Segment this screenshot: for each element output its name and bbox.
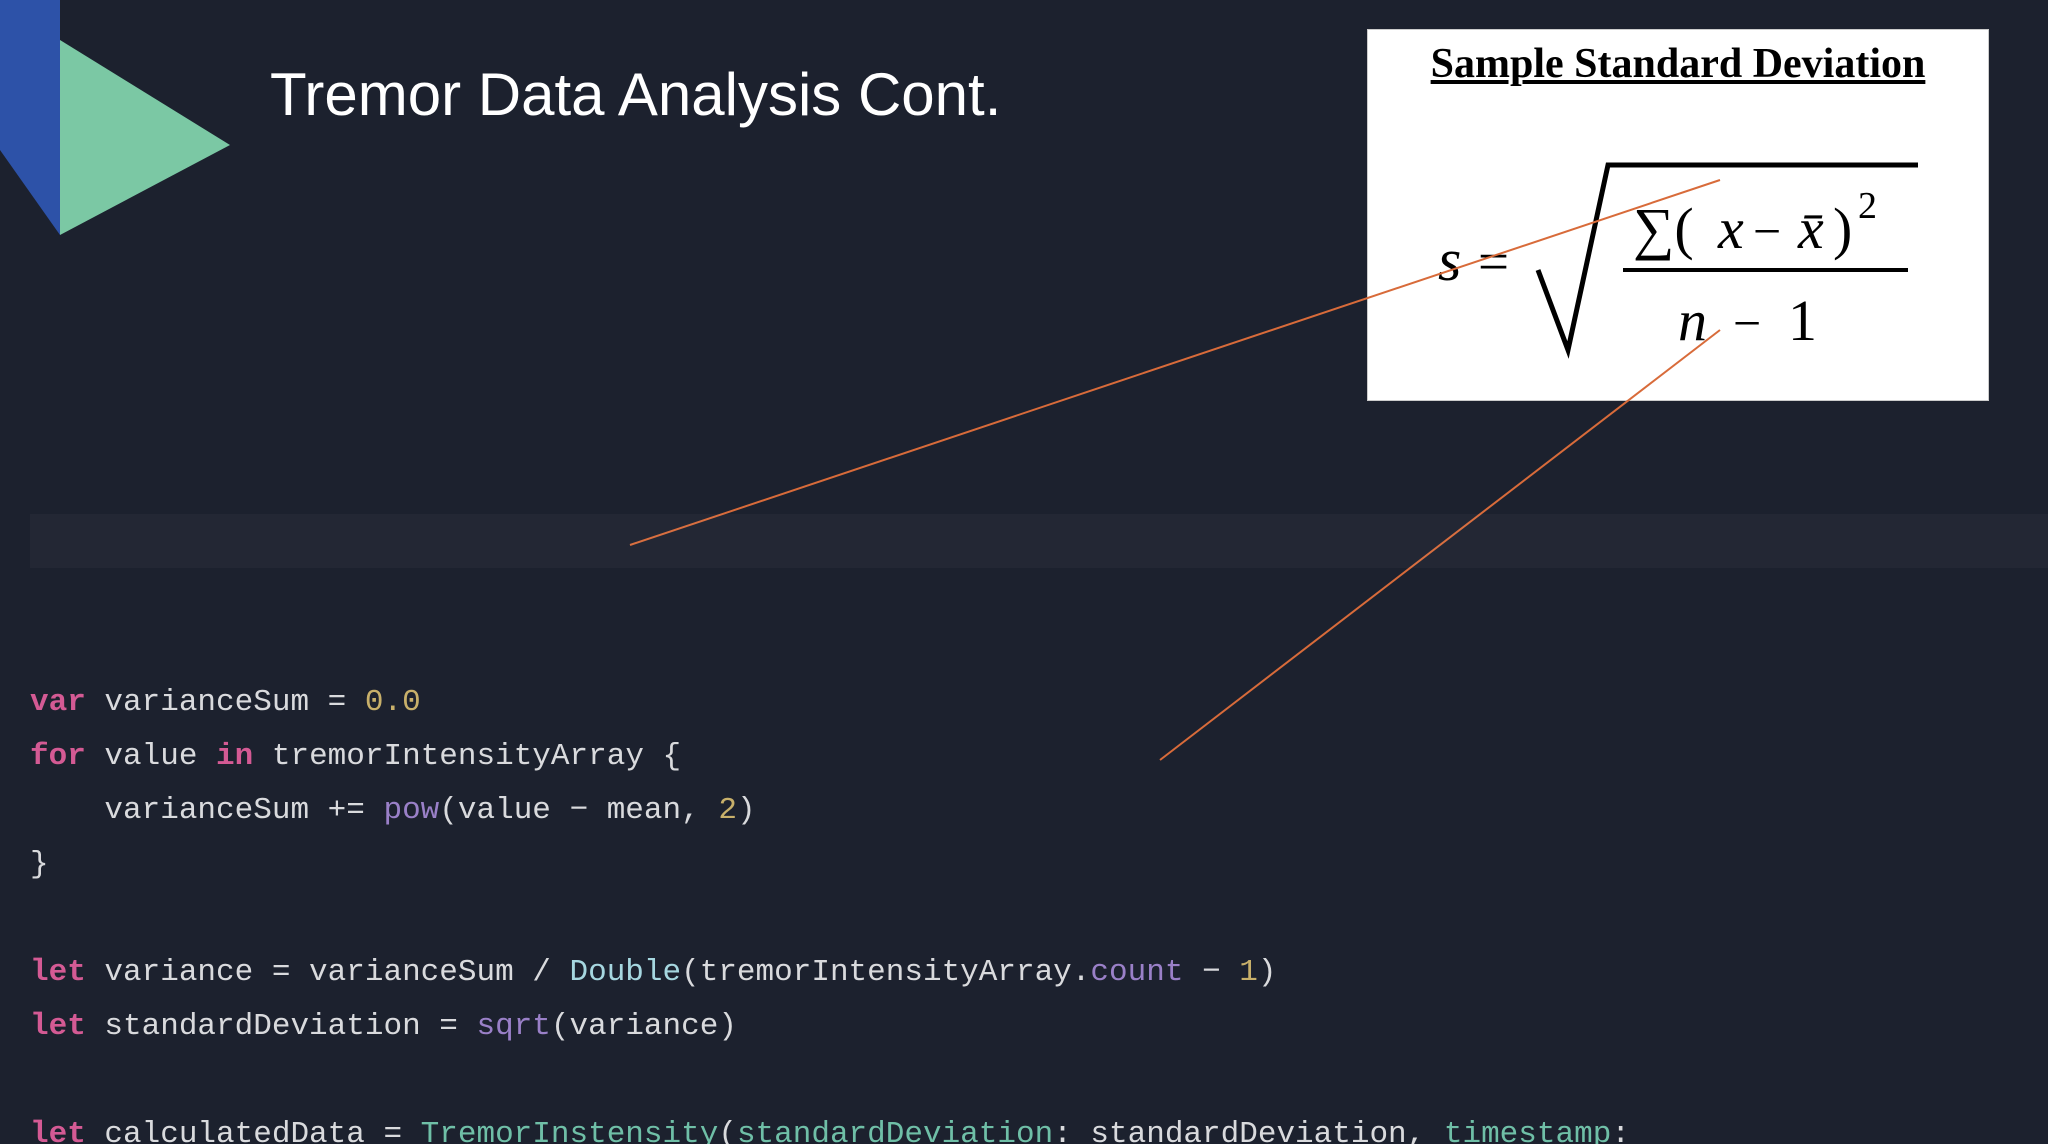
code-line — [30, 901, 49, 936]
code-line: } — [30, 847, 49, 882]
code-line: let calculatedData = TremorInstensity(st… — [30, 1117, 1630, 1144]
svg-text:x̄: x̄ — [1797, 196, 1824, 261]
formula-card: Sample Standard Deviation s = ∑( x − x̄ … — [1368, 30, 1988, 400]
svg-text:=: = — [1478, 231, 1509, 292]
svg-text:): ) — [1833, 196, 1852, 261]
svg-text:∑(: ∑( — [1633, 196, 1694, 261]
corner-accent-icon — [0, 0, 260, 280]
formula-heading: Sample Standard Deviation — [1368, 40, 1988, 88]
formula-body: s = ∑( x − x̄ ) 2 n − 1 — [1368, 140, 1988, 370]
svg-text:x: x — [1717, 196, 1744, 261]
svg-text:s: s — [1438, 227, 1461, 293]
code-line: for value in tremorIntensityArray { — [30, 739, 681, 774]
code-block: var varianceSum = 0.0 for value in tremo… — [30, 460, 2048, 1144]
svg-text:n: n — [1678, 288, 1707, 353]
svg-text:−: − — [1733, 295, 1761, 351]
code-line: let variance = varianceSum / Double(trem… — [30, 955, 1276, 990]
svg-text:1: 1 — [1788, 288, 1817, 353]
code-line — [30, 1063, 49, 1098]
code-line: let standardDeviation = sqrt(variance) — [30, 1009, 737, 1044]
slide-title: Tremor Data Analysis Cont. — [270, 60, 1001, 129]
svg-text:2: 2 — [1858, 185, 1877, 227]
svg-text:−: − — [1753, 203, 1781, 259]
presentation-slide: Tremor Data Analysis Cont. Sample Standa… — [0, 0, 2048, 1144]
code-line: varianceSum += pow(value − mean, 2) — [30, 793, 756, 828]
code-line: var varianceSum = 0.0 — [30, 685, 421, 720]
